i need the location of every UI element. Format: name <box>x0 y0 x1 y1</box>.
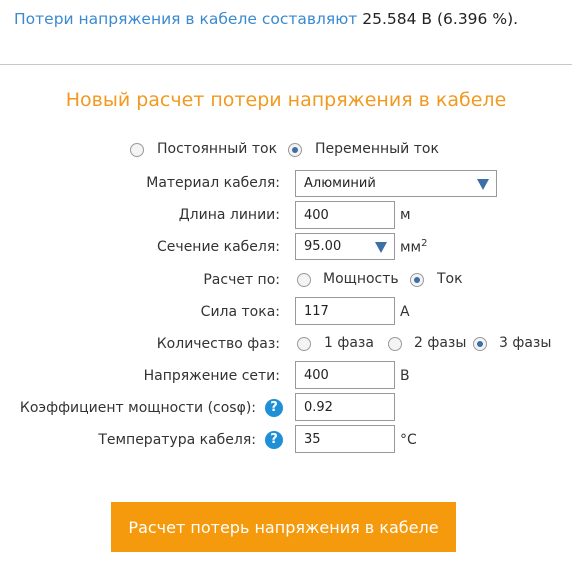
section-unit-base: мм <box>400 239 422 256</box>
radio-ac-label: Переменный ток <box>315 141 439 157</box>
form-title: Новый расчет потери напряжения в кабеле <box>65 89 507 111</box>
radio-current-label: Ток <box>437 271 463 287</box>
voltage-label: Напряжение сети: <box>143 368 280 384</box>
temperature-label: Температура кабеля: <box>98 432 256 448</box>
calculate-button[interactable]: Расчет потерь напряжения в кабеле <box>111 502 456 552</box>
voltage-input[interactable]: 400 <box>295 361 395 389</box>
radio-phase-2-label: 2 фазы <box>414 335 467 351</box>
length-unit: м <box>400 207 411 223</box>
radio-current[interactable] <box>410 273 424 287</box>
phases-label: Количество фаз: <box>156 336 280 352</box>
result-value: 25.584 В (6.396 %). <box>362 10 519 28</box>
radio-phase-3[interactable] <box>473 337 487 351</box>
power-factor-input[interactable]: 0.92 <box>295 393 395 421</box>
result-label: Потери напряжения в кабеле составляют <box>14 10 358 28</box>
radio-dc-label: Постоянный ток <box>157 141 278 157</box>
radio-phase-2[interactable] <box>388 337 402 351</box>
voltage-unit: В <box>400 368 410 384</box>
calc-by-label: Расчет по: <box>203 272 280 288</box>
section-unit-sup: 2 <box>421 238 428 249</box>
section-select[interactable]: 95.00 <box>295 233 395 260</box>
material-select[interactable]: Алюминий <box>295 170 497 197</box>
radio-ac[interactable] <box>288 143 302 157</box>
section-value: 95.00 <box>304 239 342 254</box>
section-unit: мм2 <box>400 238 428 256</box>
radio-power[interactable] <box>297 273 311 287</box>
result-line: Потери напряжения в кабеле составляют 25… <box>14 10 518 28</box>
radio-power-label: Мощность <box>323 271 399 287</box>
current-input[interactable]: 117 <box>295 297 395 325</box>
section-label: Сечение кабеля: <box>157 239 280 255</box>
radio-phase-1[interactable] <box>297 337 311 351</box>
length-input[interactable]: 400 <box>295 201 395 229</box>
help-icon[interactable]: ? <box>265 431 283 449</box>
help-icon[interactable]: ? <box>265 399 283 417</box>
current-unit: А <box>400 304 410 320</box>
radio-dc[interactable] <box>130 143 144 157</box>
power-factor-label: Коэффициент мощности (cosφ): <box>19 400 256 416</box>
chevron-down-icon <box>375 242 387 253</box>
current-label: Сила тока: <box>200 304 280 320</box>
temperature-unit: °C <box>400 432 417 448</box>
radio-phase-3-label: 3 фазы <box>499 335 552 351</box>
temperature-input[interactable]: 35 <box>295 425 395 453</box>
material-label: Материал кабеля: <box>146 175 280 191</box>
radio-phase-1-label: 1 фаза <box>324 335 374 351</box>
material-value: Алюминий <box>304 176 376 191</box>
chevron-down-icon <box>477 179 489 190</box>
length-label: Длина линии: <box>178 207 280 223</box>
divider <box>0 64 572 65</box>
